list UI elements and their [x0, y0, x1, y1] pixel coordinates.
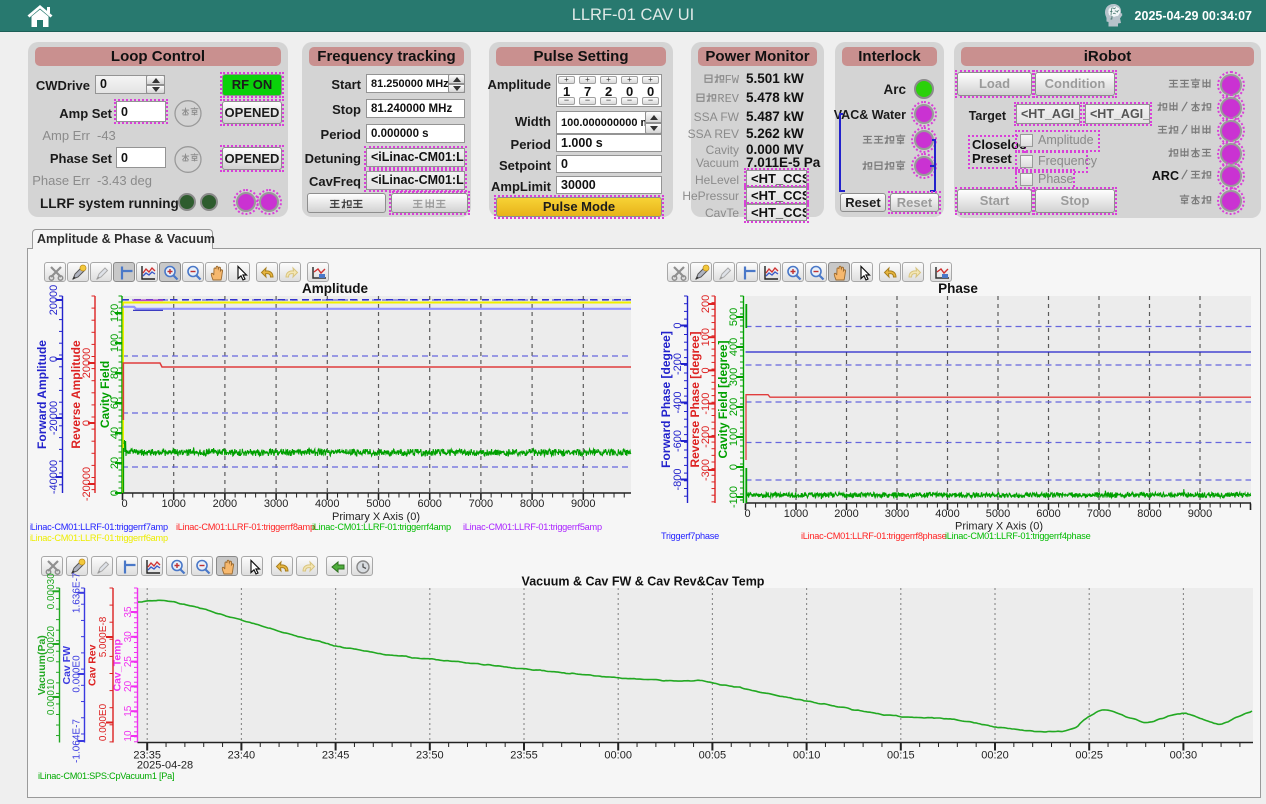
svg-text:Forward Phase [degree]: Forward Phase [degree] — [659, 331, 673, 468]
svg-text:Vacuum & Cav FW & Cav Rev&Cav: Vacuum & Cav FW & Cav Rev&Cav Temp — [522, 575, 765, 589]
svg-text:5000: 5000 — [986, 508, 1010, 520]
svg-text:0: 0 — [744, 508, 750, 520]
svg-text:15: 15 — [123, 705, 134, 717]
svg-text:iLinac-CM01:LLRF-01:triggerrf7: iLinac-CM01:LLRF-01:triggerrf7amp — [30, 522, 168, 532]
svg-text:00:30: 00:30 — [1170, 750, 1198, 762]
svg-text:20: 20 — [109, 457, 121, 469]
svg-text:-200: -200 — [672, 353, 684, 375]
svg-text:3000: 3000 — [885, 508, 909, 520]
svg-text:0: 0 — [109, 490, 121, 496]
svg-text:00:15: 00:15 — [887, 750, 915, 762]
svg-text:1.636E-7: 1.636E-7 — [72, 572, 83, 613]
svg-text:00:10: 00:10 — [793, 750, 821, 762]
svg-text:2025-04-28: 2025-04-28 — [137, 760, 193, 772]
svg-text:iLinac-CM01:LLRF-01:triggerrf8: iLinac-CM01:LLRF-01:triggerrf8amp — [176, 522, 315, 532]
svg-text:2000: 2000 — [213, 498, 237, 510]
svg-text:7000: 7000 — [469, 498, 493, 510]
svg-text:Cav_Temp: Cav_Temp — [112, 639, 124, 691]
svg-text:0: 0 — [121, 498, 127, 510]
svg-text:6000: 6000 — [417, 498, 441, 510]
svg-text:9000: 9000 — [571, 498, 595, 510]
svg-text:6000: 6000 — [1036, 508, 1060, 520]
svg-text:120: 120 — [109, 304, 121, 322]
svg-text:10: 10 — [123, 730, 134, 742]
svg-text:Phase: Phase — [938, 281, 978, 296]
svg-text:Reverse Phase [degree]: Reverse Phase [degree] — [688, 331, 702, 467]
svg-text:2000: 2000 — [834, 508, 858, 520]
svg-text:30: 30 — [123, 631, 134, 643]
svg-text:Cavity Field: Cavity Field — [98, 361, 112, 428]
svg-text:iLinac-CM01:LLRF-01:triggerrf4: iLinac-CM01:LLRF-01:triggerrf4amp — [312, 522, 451, 532]
svg-text:-800: -800 — [672, 468, 684, 490]
svg-text:23:45: 23:45 — [322, 750, 350, 762]
svg-text:Cav Rev: Cav Rev — [87, 644, 99, 686]
svg-text:3000: 3000 — [264, 498, 288, 510]
svg-text:00:00: 00:00 — [604, 750, 632, 762]
svg-text:23:40: 23:40 — [228, 750, 256, 762]
svg-text:iLinac-CM01:LLRF-01:triggerrf5: iLinac-CM01:LLRF-01:triggerrf5amp — [463, 522, 602, 532]
svg-text:8000: 8000 — [1137, 508, 1161, 520]
svg-text:Reverse Amplitude: Reverse Amplitude — [69, 340, 83, 449]
svg-text:iLinac-CM01:LLRF-01:triggerrf8: iLinac-CM01:LLRF-01:triggerrf8phase — [801, 531, 947, 541]
svg-text:00:20: 00:20 — [981, 750, 1009, 762]
svg-text:-600: -600 — [672, 430, 684, 452]
svg-text:iLinac-CM01:LLRF-01:triggerrf4: iLinac-CM01:LLRF-01:triggerrf4phase — [945, 531, 1091, 541]
svg-text:Amplitude: Amplitude — [302, 281, 368, 296]
svg-text:0.000E0: 0.000E0 — [98, 703, 109, 741]
svg-text:5.000E-8: 5.000E-8 — [98, 616, 109, 657]
svg-text:1000: 1000 — [161, 498, 185, 510]
svg-text:0: 0 — [728, 464, 740, 470]
svg-text:00:25: 00:25 — [1075, 750, 1103, 762]
svg-text:Vacuum(Pa): Vacuum(Pa) — [36, 635, 48, 695]
svg-text:4000: 4000 — [935, 508, 959, 520]
svg-text:-100: -100 — [728, 486, 740, 508]
svg-text:0: 0 — [48, 356, 60, 362]
svg-text:20000: 20000 — [48, 285, 60, 316]
svg-text:35: 35 — [123, 606, 134, 618]
svg-text:20: 20 — [123, 680, 134, 692]
svg-text:-20000: -20000 — [81, 467, 93, 501]
svg-text:Cav FW: Cav FW — [61, 646, 73, 685]
svg-text:-40000: -40000 — [48, 460, 60, 494]
svg-text:9000: 9000 — [1188, 508, 1212, 520]
svg-text:Triggerf7phase: Triggerf7phase — [661, 531, 719, 541]
svg-text:Forward Amplitude: Forward Amplitude — [35, 340, 49, 449]
svg-text:7000: 7000 — [1087, 508, 1111, 520]
svg-text:23:55: 23:55 — [510, 750, 538, 762]
svg-text:4000: 4000 — [315, 498, 339, 510]
svg-text:0.00030: 0.00030 — [46, 573, 57, 610]
svg-text:-400: -400 — [672, 391, 684, 413]
svg-text:iLinac-CM01:SPS:CpVacuum1 [Pa]: iLinac-CM01:SPS:CpVacuum1 [Pa] — [38, 771, 174, 781]
svg-text:100: 100 — [109, 334, 121, 352]
svg-text:25: 25 — [123, 656, 134, 668]
svg-text:8000: 8000 — [520, 498, 544, 510]
svg-text:0.000E0: 0.000E0 — [72, 655, 83, 693]
svg-text:5000: 5000 — [366, 498, 390, 510]
svg-text:23:50: 23:50 — [416, 750, 444, 762]
svg-text:1000: 1000 — [784, 508, 808, 520]
svg-text:200: 200 — [700, 295, 712, 313]
svg-text:-20000: -20000 — [48, 401, 60, 435]
svg-text:iLinac-CM01:LLRF-01:triggerrf6: iLinac-CM01:LLRF-01:triggerrf6amp — [30, 533, 168, 543]
svg-text:00:05: 00:05 — [699, 750, 727, 762]
svg-text:0: 0 — [672, 322, 684, 328]
svg-text:Cavity Field [degree]: Cavity Field [degree] — [716, 340, 730, 458]
svg-text:500: 500 — [728, 308, 740, 326]
svg-text:-1.064E-7: -1.064E-7 — [72, 719, 83, 763]
